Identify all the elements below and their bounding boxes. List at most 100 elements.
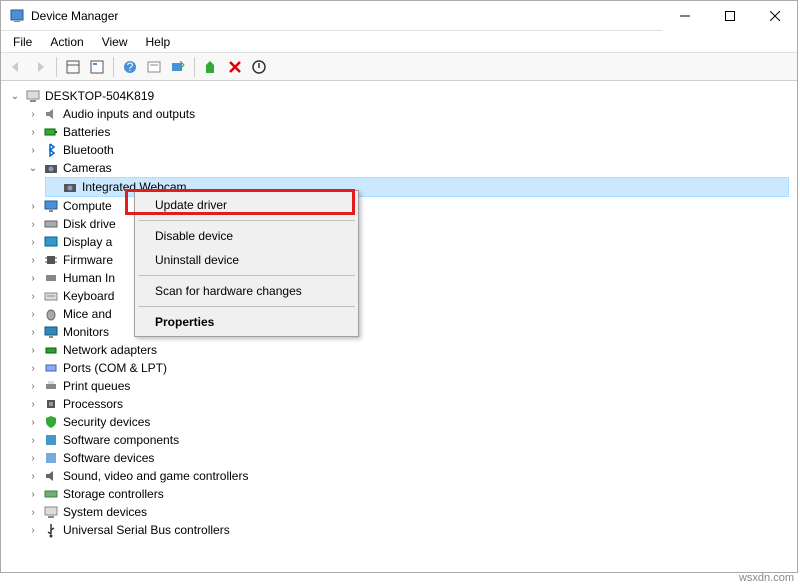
device-tree[interactable]: ⌄ DESKTOP-504K819 ›Audio inputs and outp… [1,81,797,570]
context-scan-hardware[interactable]: Scan for hardware changes [137,279,356,303]
menu-file[interactable]: File [5,33,40,51]
chevron-right-icon[interactable]: › [27,488,39,500]
menubar: File Action View Help [1,31,797,53]
context-properties[interactable]: Properties [137,310,356,334]
category-security[interactable]: ›Security devices [27,413,789,431]
minimize-button[interactable] [662,1,707,31]
chevron-right-icon[interactable]: › [27,108,39,120]
back-button[interactable] [5,56,27,78]
window-title: Device Manager [31,9,118,23]
battery-icon [43,124,59,140]
port-icon [43,360,59,376]
chevron-right-icon[interactable]: › [27,236,39,248]
mouse-icon [43,306,59,322]
component-icon [43,432,59,448]
category-network[interactable]: ›Network adapters [27,341,789,359]
menu-view[interactable]: View [94,33,136,51]
display-icon [43,234,59,250]
category-ports[interactable]: ›Ports (COM & LPT) [27,359,789,377]
category-printq[interactable]: ›Print queues [27,377,789,395]
disable-button[interactable] [248,56,270,78]
usb-icon [43,522,59,538]
monitor-icon [43,198,59,214]
category-bluetooth[interactable]: ›Bluetooth [27,141,789,159]
category-processors[interactable]: ›Processors [27,395,789,413]
chevron-right-icon[interactable]: › [27,126,39,138]
forward-button[interactable] [29,56,51,78]
watermark: wsxdn.com [739,572,794,584]
root-label: DESKTOP-504K819 [45,89,154,103]
category-system[interactable]: ›System devices [27,503,789,521]
properties-button[interactable] [86,56,108,78]
menu-action[interactable]: Action [42,33,91,51]
scan-button[interactable] [167,56,189,78]
menu-separator [138,220,355,221]
printer-icon [43,378,59,394]
system-icon [43,504,59,520]
toolbar-separator [113,57,114,77]
close-button[interactable] [752,1,797,31]
chevron-right-icon[interactable]: › [27,434,39,446]
tree-root[interactable]: ⌄ DESKTOP-504K819 [9,87,789,105]
category-cameras[interactable]: ⌄Cameras [27,159,789,177]
bluetooth-icon [43,142,59,158]
category-sound[interactable]: ›Sound, video and game controllers [27,467,789,485]
chevron-right-icon[interactable]: › [27,452,39,464]
chevron-right-icon[interactable]: › [27,200,39,212]
camera-icon [43,160,59,176]
chevron-down-icon[interactable]: ⌄ [9,90,21,102]
network-icon [43,342,59,358]
chevron-right-icon[interactable]: › [27,416,39,428]
device-manager-window: Device Manager File Action View Help ? ⌄ [0,0,798,573]
help-button[interactable]: ? [119,56,141,78]
keyboard-icon [43,288,59,304]
chevron-right-icon[interactable]: › [27,254,39,266]
category-batteries[interactable]: ›Batteries [27,123,789,141]
chevron-right-icon[interactable]: › [27,362,39,374]
chevron-down-icon[interactable]: ⌄ [27,162,39,174]
category-usb[interactable]: ›Universal Serial Bus controllers [27,521,789,539]
context-uninstall-device[interactable]: Uninstall device [137,248,356,272]
category-swcomp[interactable]: ›Software components [27,431,789,449]
menu-help[interactable]: Help [138,33,179,51]
maximize-button[interactable] [707,1,752,31]
storage-icon [43,486,59,502]
disk-icon [43,216,59,232]
category-swdev[interactable]: ›Software devices [27,449,789,467]
camera-icon [62,179,78,195]
update-driver-button[interactable] [200,56,222,78]
cpu-icon [43,396,59,412]
show-hide-button[interactable] [62,56,84,78]
shield-icon [43,414,59,430]
chevron-right-icon[interactable]: › [27,470,39,482]
chevron-right-icon[interactable]: › [27,344,39,356]
toolbar: ? [1,53,797,81]
chevron-right-icon[interactable]: › [27,290,39,302]
chevron-right-icon[interactable]: › [27,326,39,338]
chevron-right-icon[interactable]: › [27,506,39,518]
chip-icon [43,252,59,268]
chevron-right-icon[interactable]: › [27,380,39,392]
speaker-icon [43,106,59,122]
action-button[interactable] [143,56,165,78]
chevron-right-icon[interactable]: › [27,272,39,284]
category-storage[interactable]: ›Storage controllers [27,485,789,503]
chevron-right-icon[interactable]: › [27,308,39,320]
chevron-right-icon[interactable]: › [27,218,39,230]
monitor-icon [43,324,59,340]
menu-separator [138,275,355,276]
chevron-right-icon[interactable]: › [27,398,39,410]
sound-icon [43,468,59,484]
software-icon [43,450,59,466]
menu-separator [138,306,355,307]
uninstall-button[interactable] [224,56,246,78]
context-disable-device[interactable]: Disable device [137,224,356,248]
chevron-right-icon[interactable]: › [27,524,39,536]
hid-icon [43,270,59,286]
context-menu: Update driver Disable device Uninstall d… [134,190,359,337]
chevron-right-icon[interactable]: › [27,144,39,156]
context-update-driver[interactable]: Update driver [137,193,356,217]
titlebar: Device Manager [1,1,797,31]
computer-icon [25,88,41,104]
category-audio[interactable]: ›Audio inputs and outputs [27,105,789,123]
